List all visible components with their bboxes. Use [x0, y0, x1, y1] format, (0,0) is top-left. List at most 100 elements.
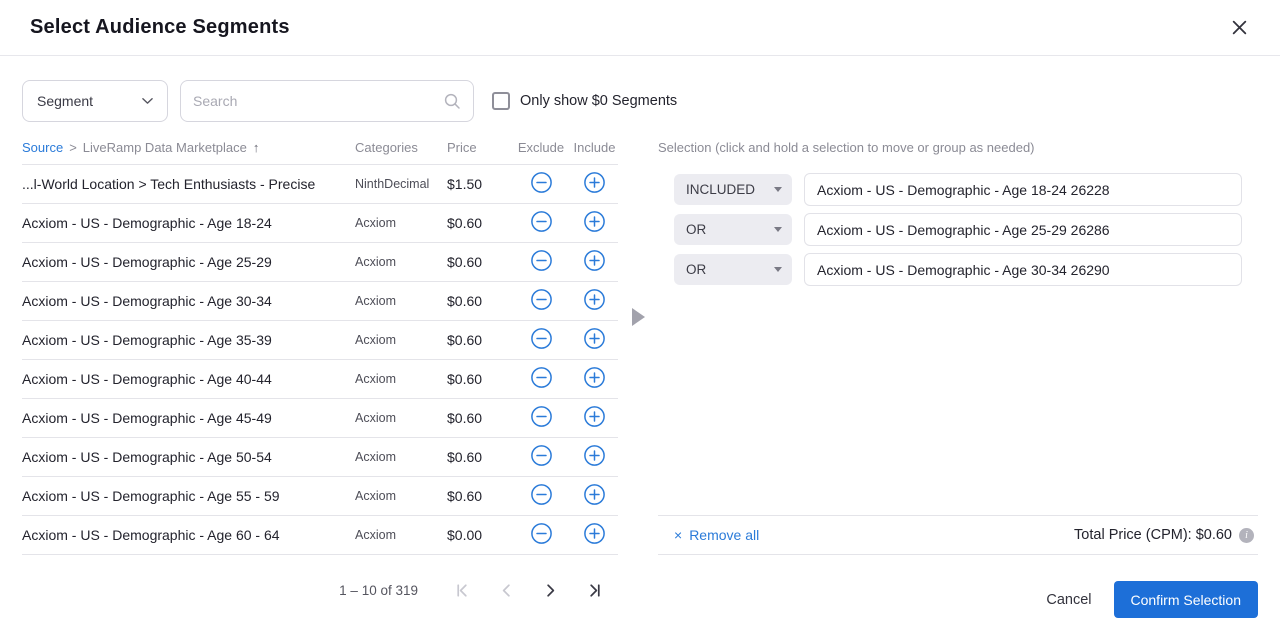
category-cell: Acxiom — [355, 255, 447, 269]
operator-dropdown[interactable]: INCLUDED — [674, 174, 792, 205]
selection-row: INCLUDED Acxiom - US - Demographic - Age… — [674, 173, 1242, 206]
breadcrumb-source-link[interactable]: Source — [22, 140, 63, 155]
select-audience-segments-modal: Select Audience Segments Segment Only sh… — [0, 0, 1280, 630]
selection-footer: × Remove all Total Price (CPM): $0.60 i — [658, 515, 1258, 554]
info-icon[interactable]: i — [1239, 528, 1254, 543]
include-button[interactable] — [583, 522, 606, 545]
selection-rows: INCLUDED Acxiom - US - Demographic - Age… — [658, 164, 1258, 515]
table-row: Acxiom - US - Demographic - Age 25-29 Ac… — [22, 243, 618, 282]
table-row: Acxiom - US - Demographic - Age 55 - 59 … — [22, 477, 618, 516]
breadcrumb-separator: > — [69, 140, 77, 155]
total-price-label: Total Price (CPM): $0.60 — [1074, 527, 1232, 543]
include-button[interactable] — [583, 327, 606, 350]
segment-name-cell: Acxiom - US - Demographic - Age 18-24 — [22, 215, 355, 231]
segment-type-dropdown-value: Segment — [37, 93, 93, 109]
price-cell: $0.60 — [447, 410, 511, 426]
only-show-zero-checkbox[interactable] — [492, 92, 510, 110]
include-button[interactable] — [583, 210, 606, 233]
exclude-button[interactable] — [530, 405, 553, 428]
table-row: ...l-World Location > Tech Enthusiasts -… — [22, 165, 618, 204]
exclude-button[interactable] — [530, 522, 553, 545]
modal-content: Source > LiveRamp Data Marketplace ↑ Cat… — [0, 122, 1280, 630]
remove-all-x-icon: × — [674, 528, 682, 542]
price-cell: $0.60 — [447, 293, 511, 309]
category-cell: Acxiom — [355, 333, 447, 347]
segment-name-cell: Acxiom - US - Demographic - Age 55 - 59 — [22, 488, 355, 504]
sort-ascending-icon[interactable]: ↑ — [253, 140, 260, 155]
category-cell: Acxiom — [355, 216, 447, 230]
price-cell: $0.60 — [447, 332, 511, 348]
exclude-button[interactable] — [530, 288, 553, 311]
remove-all-button[interactable]: × Remove all — [674, 527, 759, 543]
previous-page-icon[interactable] — [488, 575, 524, 605]
include-button[interactable] — [583, 444, 606, 467]
cancel-button[interactable]: Cancel — [1046, 592, 1091, 608]
search-input[interactable] — [193, 93, 443, 109]
search-box — [180, 80, 474, 122]
include-button[interactable] — [583, 483, 606, 506]
category-cell: NinthDecimal — [355, 177, 447, 191]
chevron-down-icon — [774, 267, 782, 272]
exclude-button[interactable] — [530, 483, 553, 506]
column-header-categories: Categories — [355, 140, 447, 155]
selected-segment-item[interactable]: Acxiom - US - Demographic - Age 30-34 26… — [804, 253, 1242, 286]
price-cell: $1.50 — [447, 176, 511, 192]
price-cell: $0.60 — [447, 371, 511, 387]
table-row: Acxiom - US - Demographic - Age 60 - 64 … — [22, 516, 618, 555]
category-cell: Acxiom — [355, 411, 447, 425]
pagination-range-label: 1 – 10 of 319 — [339, 583, 418, 598]
chevron-down-icon — [774, 187, 782, 192]
segment-name-cell: Acxiom - US - Demographic - Age 30-34 — [22, 293, 355, 309]
first-page-icon[interactable] — [444, 575, 480, 605]
exclude-button[interactable] — [530, 327, 553, 350]
operator-dropdown-value: OR — [686, 222, 706, 237]
operator-dropdown-value: OR — [686, 262, 706, 277]
price-cell: $0.60 — [447, 449, 511, 465]
segment-name-cell: Acxiom - US - Demographic - Age 40-44 — [22, 371, 355, 387]
selected-segment-item[interactable]: Acxiom - US - Demographic - Age 18-24 26… — [804, 173, 1242, 206]
include-button[interactable] — [583, 288, 606, 311]
table-row: Acxiom - US - Demographic - Age 18-24 Ac… — [22, 204, 618, 243]
table-row: Acxiom - US - Demographic - Age 50-54 Ac… — [22, 438, 618, 477]
segment-name-cell: Acxiom - US - Demographic - Age 25-29 — [22, 254, 355, 270]
include-button[interactable] — [583, 171, 606, 194]
exclude-button[interactable] — [530, 366, 553, 389]
filter-bar: Segment Only show $0 Segments — [0, 56, 1280, 122]
remove-all-label: Remove all — [689, 527, 759, 543]
selection-row: OR Acxiom - US - Demographic - Age 25-29… — [674, 213, 1242, 246]
segment-table: ...l-World Location > Tech Enthusiasts -… — [22, 164, 618, 555]
last-page-icon[interactable] — [576, 575, 612, 605]
include-button[interactable] — [583, 405, 606, 428]
table-row: Acxiom - US - Demographic - Age 40-44 Ac… — [22, 360, 618, 399]
selection-panel: Selection (click and hold a selection to… — [658, 140, 1258, 630]
segment-list-panel: Source > LiveRamp Data Marketplace ↑ Cat… — [22, 140, 618, 630]
close-icon[interactable] — [1227, 15, 1252, 40]
price-cell: $0.60 — [447, 488, 511, 504]
exclude-button[interactable] — [530, 171, 553, 194]
zero-segments-filter: Only show $0 Segments — [492, 92, 677, 110]
segment-name-cell: Acxiom - US - Demographic - Age 60 - 64 — [22, 527, 355, 543]
move-right-arrow-icon — [632, 308, 645, 326]
operator-dropdown[interactable]: OR — [674, 254, 792, 285]
total-price: Total Price (CPM): $0.60 i — [1074, 527, 1254, 543]
price-cell: $0.60 — [447, 254, 511, 270]
confirm-selection-button[interactable]: Confirm Selection — [1114, 581, 1259, 618]
table-row: Acxiom - US - Demographic - Age 30-34 Ac… — [22, 282, 618, 321]
modal-header: Select Audience Segments — [0, 0, 1280, 56]
price-cell: $0.00 — [447, 527, 511, 543]
segment-name-cell: ...l-World Location > Tech Enthusiasts -… — [22, 176, 355, 192]
chevron-down-icon — [774, 227, 782, 232]
selected-segment-item[interactable]: Acxiom - US - Demographic - Age 25-29 26… — [804, 213, 1242, 246]
segment-type-dropdown[interactable]: Segment — [22, 80, 168, 122]
include-button[interactable] — [583, 366, 606, 389]
price-cell: $0.60 — [447, 215, 511, 231]
exclude-button[interactable] — [530, 444, 553, 467]
table-row: Acxiom - US - Demographic - Age 35-39 Ac… — [22, 321, 618, 360]
exclude-button[interactable] — [530, 210, 553, 233]
only-show-zero-label: Only show $0 Segments — [520, 93, 677, 109]
exclude-button[interactable] — [530, 249, 553, 272]
operator-dropdown[interactable]: OR — [674, 214, 792, 245]
next-page-icon[interactable] — [532, 575, 568, 605]
include-button[interactable] — [583, 249, 606, 272]
category-cell: Acxiom — [355, 294, 447, 308]
